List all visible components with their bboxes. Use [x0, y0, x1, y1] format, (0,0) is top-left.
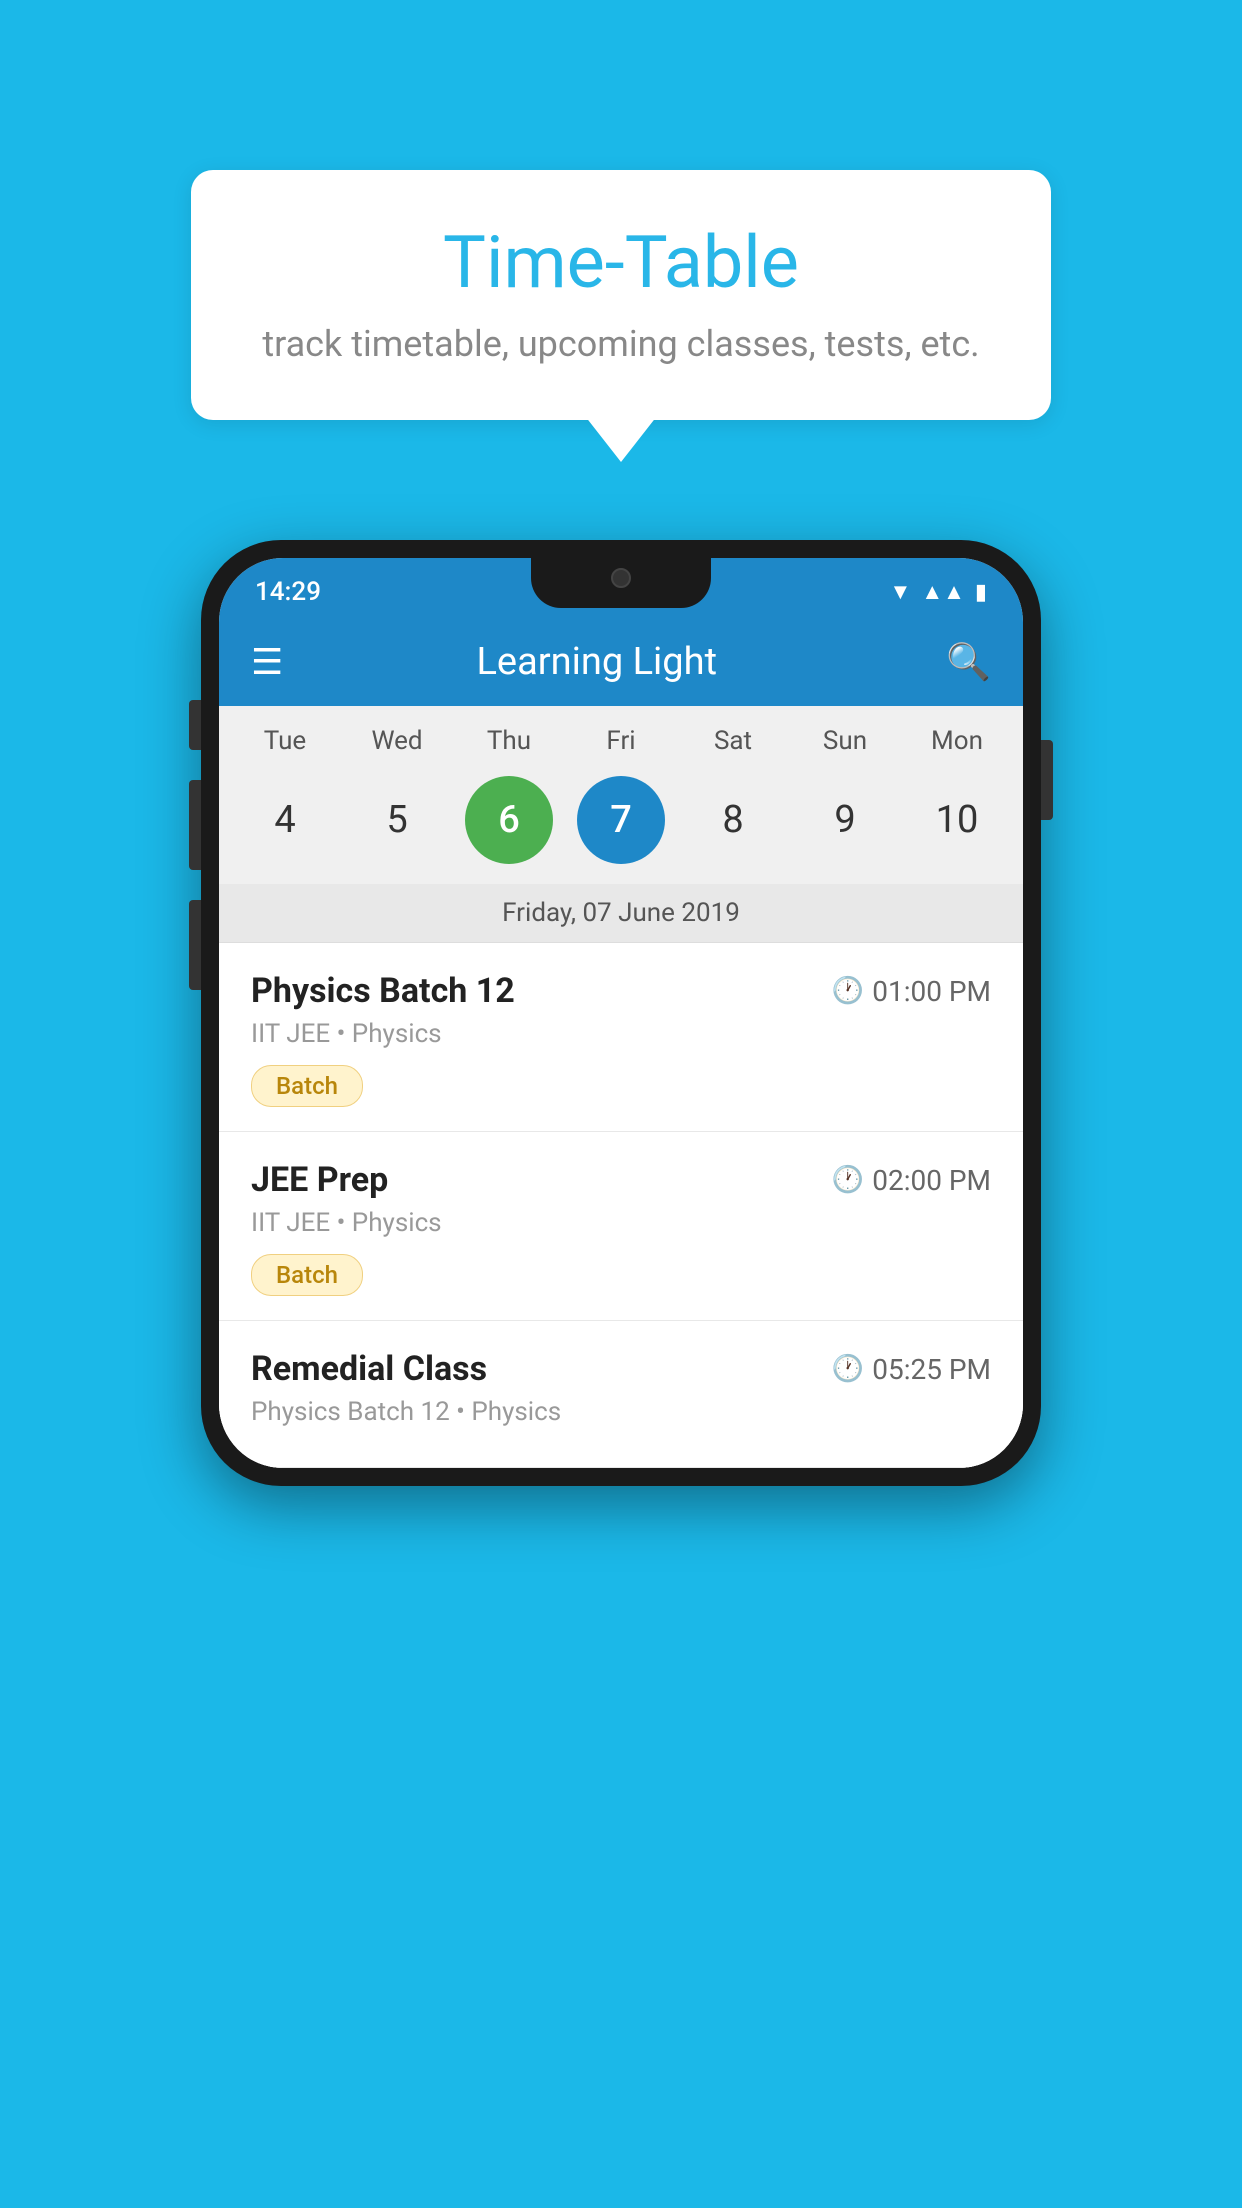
camera-dot: [611, 568, 631, 588]
schedule-item-2-title: Remedial Class: [251, 1349, 487, 1389]
schedule-item-0-time: 🕐 01:00 PM: [832, 975, 991, 1008]
date-6-today[interactable]: 6: [465, 776, 553, 864]
clock-icon-2: 🕐: [832, 1354, 864, 1384]
schedule-item-2-time-text: 05:25 PM: [872, 1353, 991, 1386]
schedule-item-1-title: JEE Prep: [251, 1160, 388, 1200]
schedule-item-0-header: Physics Batch 12 🕐 01:00 PM: [251, 971, 991, 1011]
day-label-sun: Sun: [801, 726, 889, 756]
schedule-item-1-time-text: 02:00 PM: [872, 1164, 991, 1197]
speech-bubble: Time-Table track timetable, upcoming cla…: [191, 170, 1051, 420]
status-time: 14:29: [255, 577, 321, 607]
battery-icon: ▮: [975, 580, 987, 605]
batch-tag-0: Batch: [251, 1065, 363, 1107]
status-icons: ▼ ▲▲ ▮: [890, 579, 987, 605]
schedule-item-0-title: Physics Batch 12: [251, 971, 515, 1011]
schedule-item-0[interactable]: Physics Batch 12 🕐 01:00 PM IIT JEE • Ph…: [219, 943, 1023, 1132]
schedule-item-1-header: JEE Prep 🕐 02:00 PM: [251, 1160, 991, 1200]
schedule-item-1[interactable]: JEE Prep 🕐 02:00 PM IIT JEE • Physics Ba…: [219, 1132, 1023, 1321]
day-label-tue: Tue: [241, 726, 329, 756]
schedule-item-2-subtitle: Physics Batch 12 • Physics: [251, 1397, 991, 1427]
phone-screen: 14:29 ▼ ▲▲ ▮ ☰ Learning Light 🔍 Tue Wed …: [219, 558, 1023, 1468]
bubble-subtitle: track timetable, upcoming classes, tests…: [251, 323, 991, 365]
date-10[interactable]: 10: [913, 776, 1001, 864]
app-bar: ☰ Learning Light 🔍: [219, 618, 1023, 706]
calendar-dates-row: 4 5 6 7 8 9 10: [219, 766, 1023, 884]
volume-down-button: [189, 780, 201, 870]
wifi-icon: ▼: [890, 579, 912, 605]
hamburger-icon[interactable]: ☰: [251, 644, 283, 680]
schedule-item-2-header: Remedial Class 🕐 05:25 PM: [251, 1349, 991, 1389]
date-5[interactable]: 5: [353, 776, 441, 864]
calendar-days-row: Tue Wed Thu Fri Sat Sun Mon: [219, 706, 1023, 766]
schedule-item-1-time: 🕐 02:00 PM: [832, 1164, 991, 1197]
schedule-item-0-time-text: 01:00 PM: [872, 975, 991, 1008]
volume-up-button: [189, 700, 201, 750]
schedule-list: Physics Batch 12 🕐 01:00 PM IIT JEE • Ph…: [219, 943, 1023, 1468]
selected-date-label: Friday, 07 June 2019: [219, 884, 1023, 943]
app-title: Learning Light: [311, 640, 882, 684]
signal-icon: ▲▲: [921, 579, 965, 605]
phone-wrapper: 14:29 ▼ ▲▲ ▮ ☰ Learning Light 🔍 Tue Wed …: [201, 540, 1041, 1486]
silent-button: [189, 900, 201, 990]
schedule-item-2-time: 🕐 05:25 PM: [832, 1353, 991, 1386]
day-label-thu: Thu: [465, 726, 553, 756]
day-label-sat: Sat: [689, 726, 777, 756]
batch-tag-1: Batch: [251, 1254, 363, 1296]
day-label-fri: Fri: [577, 726, 665, 756]
schedule-item-1-subtitle: IIT JEE • Physics: [251, 1208, 991, 1238]
power-button: [1041, 740, 1053, 820]
phone-frame: 14:29 ▼ ▲▲ ▮ ☰ Learning Light 🔍 Tue Wed …: [201, 540, 1041, 1486]
search-icon[interactable]: 🔍: [946, 641, 991, 683]
date-8[interactable]: 8: [689, 776, 777, 864]
schedule-item-2[interactable]: Remedial Class 🕐 05:25 PM Physics Batch …: [219, 1321, 1023, 1468]
clock-icon-0: 🕐: [832, 976, 864, 1006]
date-9[interactable]: 9: [801, 776, 889, 864]
day-label-wed: Wed: [353, 726, 441, 756]
clock-icon-1: 🕐: [832, 1165, 864, 1195]
date-7-selected[interactable]: 7: [577, 776, 665, 864]
schedule-item-0-subtitle: IIT JEE • Physics: [251, 1019, 991, 1049]
day-label-mon: Mon: [913, 726, 1001, 756]
bubble-title: Time-Table: [251, 220, 991, 305]
status-bar: 14:29 ▼ ▲▲ ▮: [219, 558, 1023, 618]
date-4[interactable]: 4: [241, 776, 329, 864]
